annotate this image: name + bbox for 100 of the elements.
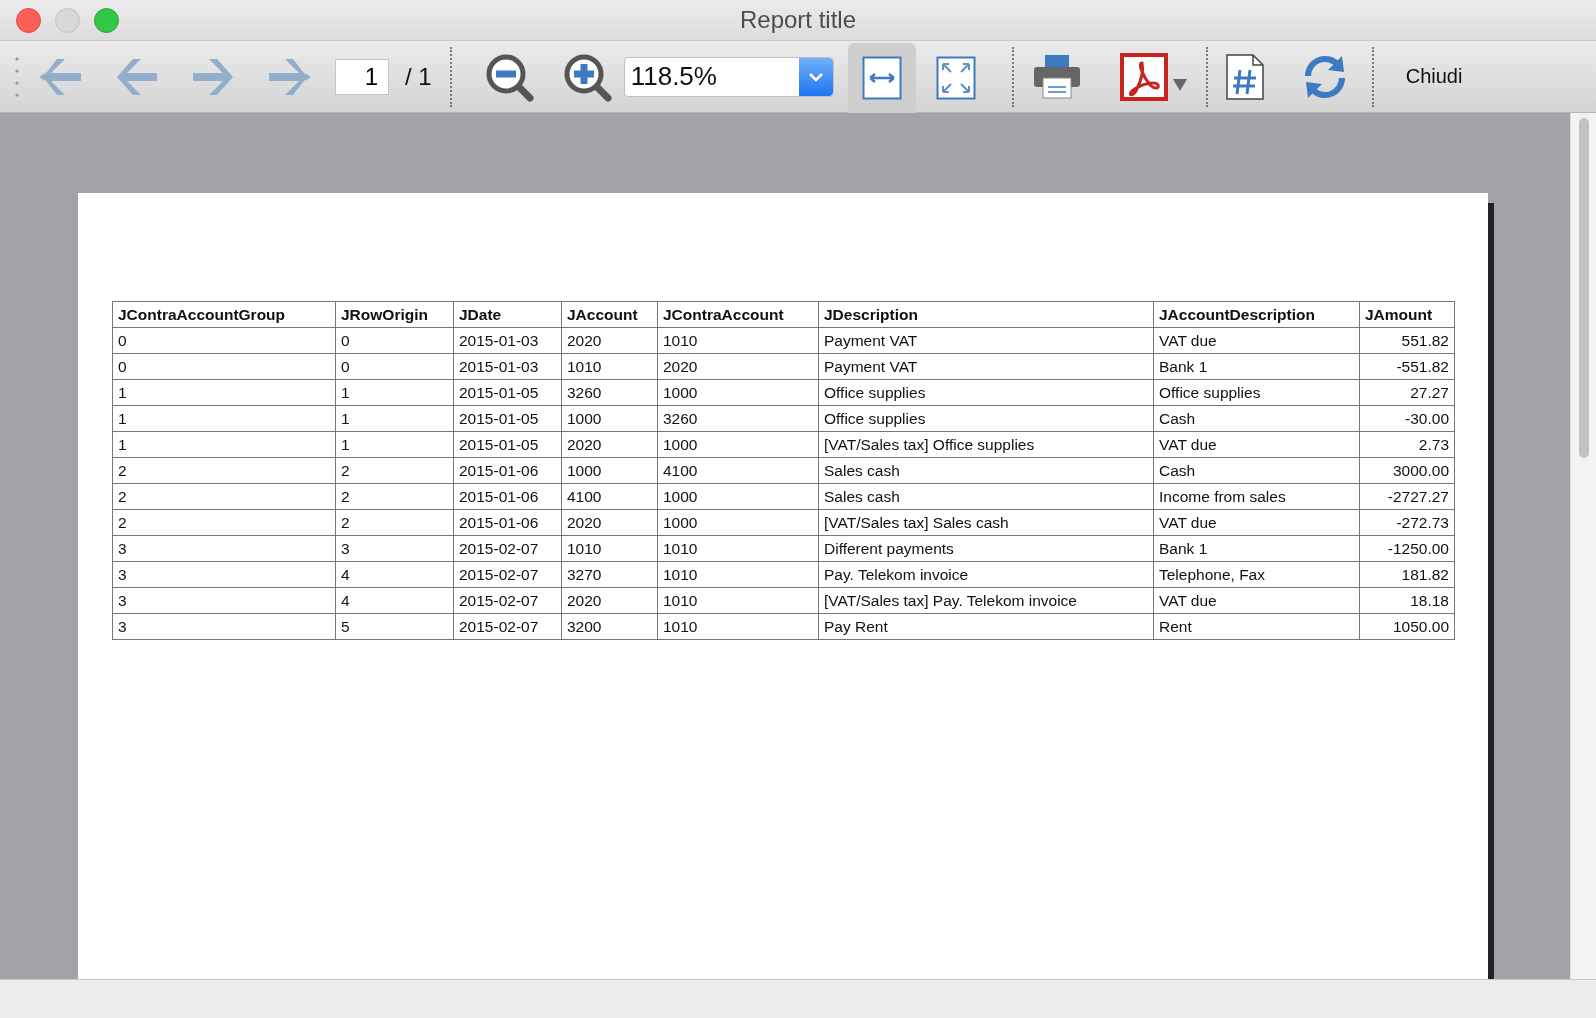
table-cell: 2015-01-05 [453, 431, 562, 458]
table-cell: 2 [335, 483, 454, 510]
zoom-window-button[interactable] [94, 7, 119, 33]
scrollbar-thumb[interactable] [1578, 118, 1589, 458]
pdf-document-icon[interactable] [1119, 52, 1168, 101]
table-cell: 2015-01-06 [453, 509, 562, 536]
page-total: / 1 [405, 62, 432, 91]
table-cell: 2015-02-07 [453, 561, 562, 588]
table-cell: 18.18 [1359, 587, 1455, 614]
table-cell: 2015-01-06 [453, 457, 562, 484]
table-cell: 4100 [561, 483, 658, 510]
chevron-down-icon [807, 71, 824, 82]
table-cell: 1000 [561, 405, 658, 432]
table-cell: 2020 [561, 327, 658, 354]
close-button[interactable]: Chiudi [1397, 59, 1471, 94]
table-cell: VAT due [1153, 327, 1360, 354]
table-cell: 2.73 [1359, 431, 1455, 458]
table-cell: 3260 [657, 405, 819, 432]
table-cell: 2015-02-07 [453, 587, 562, 614]
table-cell: Bank 1 [1153, 535, 1360, 562]
table-cell: 0 [335, 353, 454, 380]
table-cell: 3 [112, 613, 336, 640]
table-cell: Office supplies [1153, 379, 1360, 406]
table-cell: -30.00 [1359, 405, 1455, 432]
table-cell: Income from sales [1153, 483, 1360, 510]
table-cell: 3 [112, 587, 336, 614]
table-cell: 27.27 [1359, 379, 1455, 406]
table-cell: 551.82 [1359, 327, 1455, 354]
table-cell: 4 [335, 587, 454, 614]
table-cell: 0 [112, 327, 336, 354]
table-cell: -551.82 [1359, 353, 1455, 380]
table-cell: 0 [335, 327, 454, 354]
dropdown-triangle-icon[interactable] [1171, 77, 1188, 92]
table-cell: Payment VAT [818, 353, 1154, 380]
table-cell: 2015-01-05 [453, 405, 562, 432]
table-cell: 1 [335, 379, 454, 406]
table-cell: 1000 [657, 509, 819, 536]
table-cell: 3270 [561, 561, 658, 588]
hash-document-icon[interactable] [1225, 53, 1264, 100]
table-cell: 3260 [561, 379, 658, 406]
table-cell: 2 [112, 483, 336, 510]
column-header: JDescription [818, 301, 1154, 328]
column-header: JRowOrigin [335, 301, 454, 328]
table-cell: Sales cash [818, 483, 1154, 510]
table-cell: 2015-01-06 [453, 483, 562, 510]
table-cell: 1010 [561, 535, 658, 562]
table-cell: -272.73 [1359, 509, 1455, 536]
table-cell: 181.82 [1359, 561, 1455, 588]
scrollbar-track[interactable] [1570, 113, 1596, 979]
table-cell: 1010 [657, 561, 819, 588]
table-cell: [VAT/Sales tax] Pay. Telekom invoice [818, 587, 1154, 614]
table-cell: 2020 [657, 353, 819, 380]
table-cell: 3 [112, 535, 336, 562]
table-cell: -1250.00 [1359, 535, 1455, 562]
table-cell: 2020 [561, 509, 658, 536]
table-cell: Bank 1 [1153, 353, 1360, 380]
page-number-field[interactable]: 1 [335, 58, 389, 95]
close-window-button[interactable] [16, 7, 41, 33]
table-cell: Different payments [818, 535, 1154, 562]
table-cell: -2727.27 [1359, 483, 1455, 510]
table-cell: 1 [335, 431, 454, 458]
fit-width-icon [861, 55, 902, 100]
table-cell: 1050.00 [1359, 613, 1455, 640]
table-cell: 1000 [657, 483, 819, 510]
table-cell: 1000 [657, 431, 819, 458]
table-cell: Office supplies [818, 379, 1154, 406]
table-cell: Telephone, Fax [1153, 561, 1360, 588]
table-cell: 1000 [657, 379, 819, 406]
table-cell: Office supplies [818, 405, 1154, 432]
zoom-value: 118.5% [629, 61, 718, 92]
table-cell: 1 [335, 405, 454, 432]
zoom-combo-box[interactable]: 118.5% [623, 56, 834, 97]
table-cell: 1 [112, 379, 336, 406]
table-cell: 1010 [657, 587, 819, 614]
table-cell: VAT due [1153, 431, 1360, 458]
table-cell: 2 [112, 509, 336, 536]
column-header: JDate [453, 301, 562, 328]
window-title: Report title [739, 6, 857, 33]
table-cell: 3 [112, 561, 336, 588]
fit-width-button[interactable] [847, 42, 916, 113]
table-cell: 4100 [657, 457, 819, 484]
table-cell: 2015-01-05 [453, 379, 562, 406]
table-cell: 1 [112, 431, 336, 458]
column-header: JContraAccountGroup [112, 301, 336, 328]
table-cell: VAT due [1153, 587, 1360, 614]
table-cell: 1010 [657, 327, 819, 354]
table-cell: 3 [335, 535, 454, 562]
table-cell: Cash [1153, 457, 1360, 484]
printer-icon[interactable] [1031, 53, 1082, 100]
table-cell: Cash [1153, 405, 1360, 432]
table-cell: 1000 [561, 457, 658, 484]
table-cell: 2020 [561, 587, 658, 614]
column-header: JAccountDescription [1153, 301, 1360, 328]
table-cell: 2015-01-03 [453, 353, 562, 380]
fit-page-icon [935, 55, 976, 100]
table-cell: 2020 [561, 431, 658, 458]
table-cell: Rent [1153, 613, 1360, 640]
table-cell: [VAT/Sales tax] Office supplies [818, 431, 1154, 458]
table-cell: 2 [335, 457, 454, 484]
table-cell: 1010 [561, 353, 658, 380]
